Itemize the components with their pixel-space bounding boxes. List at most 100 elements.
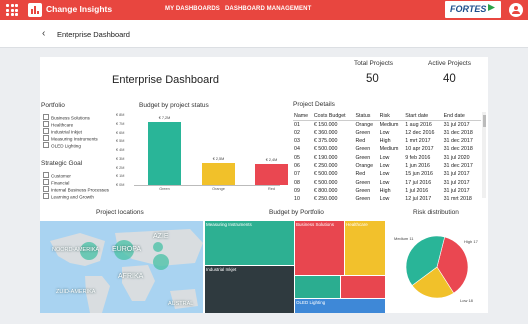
filter-goal-item[interactable]: Financial [43,179,69,186]
table-row[interactable]: 06 € 250.000 Orange Low 1 jun 2016 31 dec 201… [293,162,481,170]
map-bubble [153,242,163,252]
table-cell: Low [379,196,390,203]
col-name[interactable]: Name [293,112,313,121]
y-tick-label: € 3M [116,156,125,161]
filter-goal-item[interactable]: Internal Business Processes [43,186,109,193]
filter-portfolio-item[interactable]: Healthcare [43,121,73,128]
project-details-title: Project Details [293,101,335,108]
back-chevron-icon[interactable]: ‹ [42,28,45,39]
table-cell: 06 [294,162,300,169]
table-cell: 31 jul 2017 [443,187,470,194]
table-cell: 1 jun 2016 [405,162,431,169]
table-cell: 31 dec 2018 [443,146,473,153]
table-row[interactable]: 05 € 190.000 Green Low 9 feb 2016 31 jul 2020 [293,153,481,161]
table-row[interactable]: 03 € 375.000 Red High 1 mrt 2017 31 dec 2017 [293,137,481,145]
col-status[interactable]: Status [354,112,379,121]
kpi-active-label: Active Projects [428,60,471,67]
table-cell: 08 [294,179,300,186]
y-tick-label: € 8M [116,113,125,117]
table-cell: 31 jul 2017 [443,179,470,186]
table-cell: 09 [294,187,300,194]
table-cell: € 150.000 [313,121,338,128]
bar[interactable] [148,122,181,185]
africa-shape [122,265,155,301]
table-row[interactable]: 08 € 500.000 Green Low 17 jul 2016 31 jul 201… [293,178,481,186]
world-map [50,229,203,313]
filter-goal-item[interactable]: Customer [43,172,71,179]
filter-portfolio-item[interactable]: Measuring Instruments [43,135,98,142]
table-cell: 1 mrt 2017 [405,138,431,145]
table-row[interactable]: 02 € 360.000 Green Low 12 dec 2016 31 dec 201… [293,129,481,137]
breadcrumb: ‹ Enterprise Dashboard [0,20,528,48]
map-label: AFRIKA [118,273,144,280]
filter-goal-item[interactable]: Learning and Growth [43,193,94,200]
col-budget[interactable]: Costs Budget [312,112,355,121]
treemap-tile [341,276,385,298]
table-cell: 15 jun 2016 [405,171,433,178]
col-risk[interactable]: Risk [378,112,405,121]
table-cell: 02 [294,129,300,136]
table-row[interactable]: 07 € 500.000 Red Low 15 jun 2016 31 jul 2017 [293,170,481,178]
app-grid-icon[interactable] [5,3,19,17]
nav-dashboard-management[interactable]: DASHBOARD MANAGEMENT [225,6,311,12]
treemap-tile: Business Solutions [295,221,344,275]
table-cell: 01 [294,121,300,128]
map-bubble [153,254,169,270]
table-cell: 31 dec 2018 [443,129,473,136]
table-cell: Orange [355,121,374,128]
x-tick-label: Green [159,187,170,191]
y-tick-label: € 7M [116,121,125,126]
table-cell: € 190.000 [313,154,338,161]
table-cell: 1 aug 2016 [405,121,432,128]
table-cell: 12 jul 2017 [405,196,432,203]
brand-logo: FORTES [445,1,501,18]
table-cell: 31 dec 2017 [443,138,473,145]
bar[interactable] [255,164,288,185]
table-cell: 04 [294,146,300,153]
x-tick-label: Red [268,187,275,191]
table-cell: € 500.000 [313,171,338,178]
app-title: Change Insights [46,4,113,14]
y-tick-label: € 0M [116,183,125,187]
nav-my-dashboards[interactable]: MY DASHBOARDS [165,6,220,12]
treemap-tile: OLED Lighting [295,299,385,313]
table-cell: Low [379,179,390,186]
y-tick-label: € 6M [116,130,125,135]
filter-portfolio-item[interactable]: Business Solutions [43,114,90,121]
table-row[interactable]: 01 € 150.000 Orange Medium 1 aug 2016 31 jul … [293,120,481,128]
table-cell: € 375.000 [313,138,338,145]
bar[interactable] [202,163,235,185]
table-cell: Red [355,171,366,178]
kpi-total-label: Total Projects [354,60,394,67]
y-tick-label: € 1M [116,174,125,179]
table-cell: Green [355,179,371,186]
table-cell: 10 apr 2017 [405,146,434,153]
treemap-tile: Healthcare [345,221,385,275]
table-scrollbar[interactable] [482,112,486,198]
x-tick-label: Orange [212,187,225,191]
table-cell: 10 [294,196,300,203]
col-start[interactable]: Start date [404,112,443,121]
table-cell: Red [355,138,366,145]
table-cell: € 500.000 [313,179,338,186]
table-cell: Green [355,146,371,153]
table-cell: 12 dec 2016 [405,129,435,136]
table-row[interactable]: 09 € 800.000 Green High 1 jul 2016 31 jul 201… [293,187,481,195]
portfolio-filter-title: Portfolio [41,102,65,109]
table-row[interactable]: 10 € 250.000 Green Low 12 jul 2017 31 mrt 201… [293,195,481,203]
table-cell: 07 [294,171,300,178]
table-row[interactable]: 04 € 500.000 Green Medium 10 apr 2017 31 dec … [293,145,481,153]
table-cell: High [379,138,391,145]
status-bar-chart: € 8M € 7M € 6M € 5M € 4M € 3M € 2M € 1M € 0M € 7,… [116,113,288,201]
project-locations-map[interactable]: NOORD-AMERIKA EUROPA AZIE AFRIKA ZUID-AM… [40,221,203,313]
col-end[interactable]: End date [442,112,481,121]
filter-portfolio-item[interactable]: OLED Lighting [43,142,81,149]
dashboard-title: Enterprise Dashboard [112,74,220,86]
table-cell: Medium [379,121,399,128]
table-cell: 31 jul 2017 [443,171,470,178]
filter-portfolio-item[interactable]: Industrial Inkjet [43,128,82,135]
app-logo-icon [28,3,42,17]
dashboard-panel: Enterprise Dashboard Total Projects 50 A… [40,57,488,313]
portfolio-treemap[interactable]: Measuring Instruments Business Solutions… [205,221,385,313]
user-avatar-icon[interactable] [509,3,523,17]
